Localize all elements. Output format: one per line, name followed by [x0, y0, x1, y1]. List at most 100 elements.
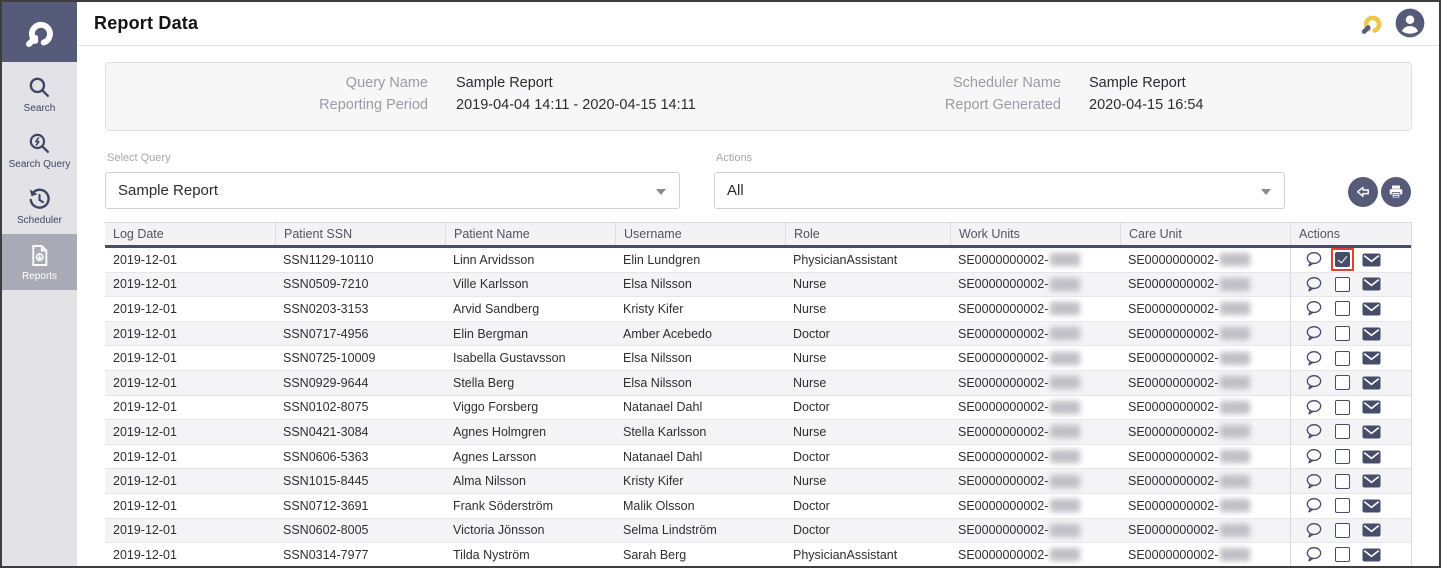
mail-icon[interactable]	[1362, 450, 1381, 464]
cell-username: Elsa Nilsson	[615, 346, 785, 370]
user-avatar[interactable]	[1395, 8, 1425, 38]
sidebar-item-label: Scheduler	[17, 215, 62, 226]
cell-username: Elsa Nilsson	[615, 273, 785, 297]
cell-work-units: SE0000000002-	[950, 322, 1120, 346]
actions-dropdown[interactable]: All	[714, 172, 1285, 209]
select-checkbox[interactable]	[1335, 449, 1350, 464]
table-row: 2019-12-01 SSN0421-3084 Agnes Holmgren S…	[105, 420, 1411, 445]
report-generated-value: 2020-04-15 16:54	[1089, 97, 1204, 113]
select-checkbox[interactable]	[1335, 252, 1350, 267]
comment-bubble-icon[interactable]	[1305, 546, 1323, 563]
mail-icon[interactable]	[1362, 253, 1381, 267]
mail-icon[interactable]	[1362, 499, 1381, 513]
cell-username: Malik Olsson	[615, 494, 785, 518]
cell-log-date: 2019-12-01	[105, 469, 275, 493]
mail-icon[interactable]	[1362, 400, 1381, 414]
print-button[interactable]	[1381, 177, 1411, 207]
select-checkbox[interactable]	[1335, 400, 1350, 415]
cell-username: Natanael Dahl	[615, 445, 785, 469]
redacted-value	[1050, 548, 1080, 561]
mail-icon[interactable]	[1362, 277, 1381, 291]
comment-bubble-icon[interactable]	[1305, 497, 1323, 514]
checkbox-highlight	[1331, 396, 1354, 419]
mail-icon[interactable]	[1362, 376, 1381, 390]
sidebar: Search Search Query Scheduler	[2, 2, 77, 566]
cell-work-units: SE0000000002-	[950, 420, 1120, 444]
comment-bubble-icon[interactable]	[1305, 473, 1323, 490]
cell-work-units: SE0000000002-	[950, 543, 1120, 567]
cell-role: Nurse	[785, 469, 950, 493]
mail-icon[interactable]	[1362, 327, 1381, 341]
checkbox-highlight	[1331, 248, 1354, 271]
table-row: 2019-12-01 SSN0725-10009 Isabella Gustav…	[105, 346, 1411, 371]
mail-icon[interactable]	[1362, 351, 1381, 365]
comment-bubble-icon[interactable]	[1305, 423, 1323, 440]
cell-patient-ssn: SSN0421-3084	[275, 420, 445, 444]
select-checkbox[interactable]	[1335, 301, 1350, 316]
cell-actions	[1290, 469, 1412, 493]
select-query-dropdown[interactable]: Sample Report	[105, 172, 680, 209]
sidebar-item-search[interactable]: Search	[2, 66, 77, 122]
scheduler-name-value: Sample Report	[1089, 75, 1204, 91]
sidebar-item-scheduler[interactable]: Scheduler	[2, 178, 77, 234]
redacted-value	[1050, 524, 1080, 537]
back-arrow-icon	[1354, 183, 1372, 201]
comment-bubble-icon[interactable]	[1305, 325, 1323, 342]
mail-icon[interactable]	[1362, 425, 1381, 439]
select-checkbox[interactable]	[1335, 523, 1350, 538]
brand-logo-icon	[19, 11, 61, 53]
redacted-value	[1220, 302, 1250, 315]
redacted-value	[1050, 475, 1080, 488]
comment-bubble-icon[interactable]	[1305, 276, 1323, 293]
reports-icon	[27, 243, 52, 268]
cell-patient-ssn: SSN0602-8005	[275, 519, 445, 543]
scheduler-summary: Scheduler Name Sample Report Report Gene…	[826, 75, 1204, 113]
comment-bubble-icon[interactable]	[1305, 251, 1323, 268]
mail-icon[interactable]	[1362, 523, 1381, 537]
cell-actions	[1290, 273, 1412, 297]
cell-patient-ssn: SSN0717-4956	[275, 322, 445, 346]
sidebar-item-reports[interactable]: Reports	[2, 234, 77, 290]
cell-care-unit: SE0000000002-	[1120, 346, 1290, 370]
column-header-username: Username	[615, 223, 785, 245]
redacted-value	[1050, 302, 1080, 315]
cell-role: Doctor	[785, 396, 950, 420]
select-checkbox[interactable]	[1335, 277, 1350, 292]
select-checkbox[interactable]	[1335, 351, 1350, 366]
redacted-value	[1220, 548, 1250, 561]
checkbox-highlight	[1331, 371, 1354, 394]
mail-icon[interactable]	[1362, 474, 1381, 488]
comment-bubble-icon[interactable]	[1305, 522, 1323, 539]
column-header-role: Role	[785, 223, 950, 245]
select-checkbox[interactable]	[1335, 375, 1350, 390]
select-checkbox[interactable]	[1335, 424, 1350, 439]
cell-role: PhysicianAssistant	[785, 248, 950, 272]
comment-bubble-icon[interactable]	[1305, 374, 1323, 391]
select-checkbox[interactable]	[1335, 474, 1350, 489]
column-header-patient-name: Patient Name	[445, 223, 615, 245]
cell-log-date: 2019-12-01	[105, 273, 275, 297]
comment-bubble-icon[interactable]	[1305, 448, 1323, 465]
checkbox-highlight	[1331, 420, 1354, 443]
cell-care-unit: SE0000000002-	[1120, 371, 1290, 395]
query-name-label: Query Name	[106, 75, 428, 91]
column-header-actions: Actions	[1290, 223, 1412, 245]
comment-bubble-icon[interactable]	[1305, 399, 1323, 416]
comment-bubble-icon[interactable]	[1305, 350, 1323, 367]
cell-actions	[1290, 445, 1412, 469]
cell-patient-name: Frank Söderström	[445, 494, 615, 518]
cell-role: Nurse	[785, 273, 950, 297]
sidebar-item-search-query[interactable]: Search Query	[2, 122, 77, 178]
back-button[interactable]	[1348, 177, 1378, 207]
select-checkbox[interactable]	[1335, 498, 1350, 513]
column-header-log-date: Log Date	[105, 223, 275, 245]
redacted-value	[1220, 253, 1250, 266]
checkbox-highlight	[1331, 273, 1354, 296]
mail-icon[interactable]	[1362, 302, 1381, 316]
mail-icon[interactable]	[1362, 548, 1381, 562]
select-checkbox[interactable]	[1335, 547, 1350, 562]
cell-actions	[1290, 322, 1412, 346]
cell-log-date: 2019-12-01	[105, 519, 275, 543]
comment-bubble-icon[interactable]	[1305, 300, 1323, 317]
select-checkbox[interactable]	[1335, 326, 1350, 341]
